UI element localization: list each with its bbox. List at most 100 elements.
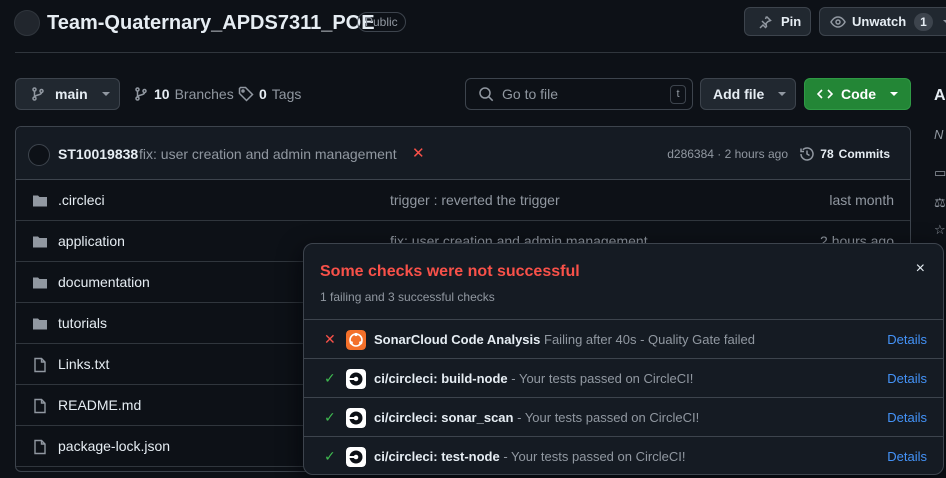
commits-label: Commits [838, 147, 890, 161]
close-icon[interactable]: × [916, 260, 925, 278]
go-to-file-search[interactable]: t [465, 78, 693, 110]
branch-name: main [55, 86, 88, 102]
branches-label: Branches [174, 86, 234, 102]
folder-icon [33, 195, 47, 207]
check-details-link[interactable]: Details [887, 449, 927, 464]
checks-list: ✕ SonarCloud Code Analysis Failing after … [304, 320, 943, 474]
folder-icon [33, 277, 47, 289]
commit-author[interactable]: ST10019838 [58, 146, 138, 162]
about-heading: A [934, 87, 946, 104]
about-line: N [934, 127, 944, 142]
check-row: ✓ ci/circleci: sonar_scan - Your tests pa… [304, 398, 943, 437]
file-name[interactable]: package-lock.json [58, 438, 170, 454]
chevron-down-icon [778, 92, 787, 96]
unwatch-button[interactable]: Unwatch 1 [819, 7, 946, 36]
folder-icon [33, 236, 47, 248]
visibility-badge: Public [357, 12, 406, 32]
check-description: - Your tests passed on CircleCI! [517, 410, 700, 425]
book-icon: ▭ [934, 165, 946, 180]
unwatch-label: Unwatch [852, 14, 907, 29]
check-title: SonarCloud Code Analysis [374, 332, 541, 347]
code-button[interactable]: Code [804, 78, 911, 110]
chevron-down-icon [890, 92, 898, 96]
file-commit-message[interactable]: trigger : reverted the trigger [390, 192, 560, 208]
check-row: ✓ ci/circleci: test-node - Your tests pas… [304, 437, 943, 474]
header-divider [15, 52, 946, 53]
check-ok-icon: ✓ [324, 409, 336, 425]
check-details-link[interactable]: Details [887, 332, 927, 347]
file-commit-time: last month [829, 192, 894, 208]
repo-title[interactable]: Team-Quaternary_APDS7311_POE [47, 9, 375, 37]
branch-icon [135, 87, 147, 101]
add-file-button[interactable]: Add file [700, 78, 796, 110]
check-details-link[interactable]: Details [887, 410, 927, 425]
checks-popover-header: Some checks were not successful 1 failin… [304, 244, 943, 320]
history-icon [800, 147, 815, 161]
branch-icon [32, 87, 44, 101]
watch-count: 1 [914, 12, 933, 31]
check-title: ci/circleci: test-node [374, 449, 500, 464]
commit-author-avatar[interactable] [28, 144, 50, 166]
search-input[interactable] [502, 86, 662, 102]
pin-label: Pin [781, 14, 802, 29]
tags-link[interactable]: 0 Tags [238, 86, 301, 102]
file-icon [34, 439, 46, 455]
check-details-link[interactable]: Details [887, 371, 927, 386]
code-icon [817, 89, 833, 99]
circleci-icon [346, 369, 366, 389]
check-name: SonarCloud Code Analysis Failing after 4… [374, 332, 755, 347]
file-row[interactable]: .circleci trigger : reverted the trigger l… [16, 180, 910, 221]
check-description: Failing after 40s - Quality Gate failed [544, 332, 756, 347]
pin-button[interactable]: Pin [744, 7, 811, 36]
sonarcloud-icon [346, 330, 366, 350]
file-name[interactable]: documentation [58, 274, 150, 290]
search-icon [479, 87, 494, 102]
commits-link[interactable]: 78 Commits [799, 146, 890, 162]
code-label: Code [841, 86, 876, 102]
file-name[interactable]: Links.txt [58, 356, 109, 372]
branches-link[interactable]: 10 Branches [133, 86, 234, 102]
checks-title: Some checks were not successful [320, 263, 580, 280]
commit-message[interactable]: fix: user creation and admin management [139, 146, 397, 162]
search-shortcut-key: t [670, 85, 686, 104]
circleci-icon [346, 447, 366, 467]
latest-commit-bar: ST10019838 fix: user creation and admin … [16, 127, 910, 180]
branch-selector[interactable]: main [15, 78, 120, 110]
chevron-down-icon [101, 92, 110, 96]
star-icon: ☆ [934, 222, 946, 237]
check-ok-icon: ✓ [324, 448, 336, 464]
folder-icon [33, 318, 47, 330]
check-name: ci/circleci: test-node - Your tests pass… [374, 449, 685, 464]
file-name[interactable]: application [58, 233, 125, 249]
checks-summary: 1 failing and 3 successful checks [320, 290, 495, 304]
file-icon [34, 398, 46, 414]
file-name[interactable]: tutorials [58, 315, 107, 331]
tags-label: Tags [271, 86, 302, 102]
check-name: ci/circleci: build-node - Your tests pas… [374, 371, 693, 386]
check-ok-icon: ✓ [324, 370, 336, 386]
eye-icon [830, 15, 846, 28]
tag-icon [238, 86, 254, 102]
check-description: - Your tests passed on CircleCI! [503, 449, 686, 464]
file-name[interactable]: .circleci [58, 192, 105, 208]
commits-count: 78 [820, 147, 834, 161]
tags-count: 0 [259, 86, 267, 102]
checks-popover: Some checks were not successful 1 failin… [303, 243, 944, 475]
file-icon [34, 357, 46, 373]
file-name[interactable]: README.md [58, 397, 141, 413]
circleci-icon [346, 408, 366, 428]
pin-icon [759, 15, 772, 29]
add-file-label: Add file [713, 86, 765, 102]
commit-status-fail-icon[interactable]: ✕ [412, 144, 425, 162]
check-title: ci/circleci: sonar_scan [374, 410, 514, 425]
check-name: ci/circleci: sonar_scan - Your tests pas… [374, 410, 699, 425]
scale-icon: ⚖ [934, 195, 946, 210]
branches-count: 10 [154, 86, 170, 102]
check-row: ✓ ci/circleci: build-node - Your tests pa… [304, 359, 943, 398]
check-description: - Your tests passed on CircleCI! [511, 371, 694, 386]
check-fail-icon: ✕ [324, 331, 336, 347]
owner-avatar[interactable] [14, 10, 40, 36]
check-title: ci/circleci: build-node [374, 371, 508, 386]
commit-hash-time[interactable]: d286384 · 2 hours ago [667, 147, 788, 161]
check-row: ✕ SonarCloud Code Analysis Failing after … [304, 320, 943, 359]
